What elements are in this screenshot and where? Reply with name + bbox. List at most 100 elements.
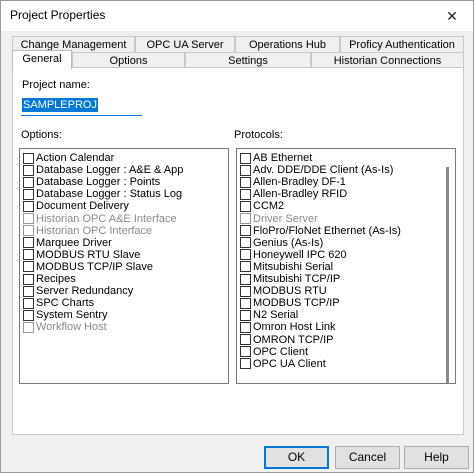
protocol-list-item[interactable]: Allen-Bradley DF-1	[240, 176, 346, 188]
protocol-list-item[interactable]: AB Ethernet	[240, 152, 312, 164]
protocol-list-item[interactable]: Allen-Bradley RFID	[240, 188, 347, 200]
option-list-item[interactable]: Historian OPC A&E Interface	[23, 213, 177, 225]
checkbox[interactable]	[240, 237, 251, 249]
options-listbox[interactable]: Action Calendar Database Logger : A&E & A…	[19, 148, 229, 384]
checkbox[interactable]	[240, 200, 251, 212]
protocol-item-label: Allen-Bradley DF-1	[253, 176, 346, 189]
option-list-item[interactable]: Document Delivery	[23, 200, 129, 212]
option-list-item[interactable]: Workflow Host	[23, 321, 107, 333]
option-list-item[interactable]: Database Logger : Points	[23, 176, 160, 188]
protocol-item-label: OPC UA Client	[253, 357, 326, 370]
checkbox[interactable]	[240, 346, 251, 358]
checkbox[interactable]	[240, 249, 251, 261]
option-list-item[interactable]: MODBUS RTU Slave	[23, 249, 140, 261]
checkbox[interactable]	[23, 285, 34, 297]
option-item-label: Historian OPC Interface	[36, 224, 153, 237]
option-list-item[interactable]: Server Redundancy	[23, 285, 133, 297]
checkbox[interactable]	[23, 273, 34, 285]
checkbox[interactable]	[240, 213, 251, 224]
checkbox[interactable]	[23, 297, 34, 309]
protocol-list-item[interactable]: Driver Server	[240, 213, 318, 225]
checkbox[interactable]	[23, 152, 34, 164]
protocol-list-item[interactable]: FloPro/FloNet Ethernet (As-Is)	[240, 225, 401, 237]
tab-operations-hub[interactable]: Operations Hub	[235, 36, 340, 53]
checkbox[interactable]	[240, 225, 251, 237]
tab-label: Historian Connections	[333, 55, 442, 67]
ok-button[interactable]: OK	[264, 446, 329, 469]
option-list-item[interactable]: Recipes	[23, 273, 76, 285]
option-list-item[interactable]: Database Logger : Status Log	[23, 188, 182, 200]
checkbox[interactable]	[23, 237, 34, 249]
tab-label: Operations Hub	[248, 39, 327, 51]
protocol-list-item[interactable]: MODBUS RTU	[240, 285, 327, 297]
checkbox[interactable]	[240, 188, 251, 200]
checkbox[interactable]	[240, 297, 251, 309]
option-list-item[interactable]: Historian OPC Interface	[23, 225, 152, 237]
protocol-list-item[interactable]: Mitsubishi TCP/IP	[240, 273, 340, 285]
checkbox[interactable]	[23, 309, 34, 321]
tab-label: Options	[109, 55, 148, 67]
option-list-item[interactable]: Marquee Driver	[23, 237, 112, 249]
protocol-list-item[interactable]: Genius (As-Is)	[240, 237, 323, 249]
option-item-label: Historian OPC A&E Interface	[36, 212, 177, 225]
help-button[interactable]: Help	[404, 446, 469, 469]
scrollbar-thumb[interactable]	[446, 167, 449, 383]
title-bar[interactable]: Project Properties ✕	[1, 1, 473, 31]
protocols-scrollbar[interactable]	[440, 149, 455, 383]
checkbox[interactable]	[240, 334, 251, 345]
close-icon[interactable]: ✕	[431, 1, 473, 31]
checkbox[interactable]	[240, 358, 251, 370]
checkbox[interactable]	[23, 249, 34, 261]
checkbox[interactable]	[23, 225, 34, 237]
option-item-label: Marquee Driver	[36, 236, 112, 249]
protocol-list-item[interactable]: OMRON TCP/IP	[240, 334, 333, 346]
protocol-item-label: Adv. DDE/DDE Client (As-Is)	[253, 164, 394, 177]
protocol-item-label: OPC Client	[253, 345, 309, 358]
checkbox[interactable]	[23, 261, 34, 273]
protocol-list-item[interactable]: Mitsubishi Serial	[240, 261, 333, 273]
checkbox[interactable]	[23, 213, 34, 224]
protocol-list-item[interactable]: OPC UA Client	[240, 358, 326, 370]
protocol-item-label: Honeywell IPC 620	[253, 248, 347, 261]
protocol-list-item[interactable]: CCM2	[240, 200, 284, 212]
project-properties-dialog: Project Properties ✕ Change Management O…	[0, 0, 474, 473]
tab-opc-ua-server[interactable]: OPC UA Server	[135, 36, 235, 53]
option-list-item[interactable]: MODBUS TCP/IP Slave	[23, 261, 153, 273]
option-list-item[interactable]: SPC Charts	[23, 297, 94, 309]
option-item-label: Database Logger : Points	[36, 176, 161, 189]
protocol-list-item[interactable]: Honeywell IPC 620	[240, 249, 347, 261]
checkbox[interactable]	[240, 176, 251, 188]
checkbox[interactable]	[240, 309, 251, 321]
protocol-item-label: Allen-Bradley RFID	[253, 188, 348, 201]
protocol-list-item[interactable]: Adv. DDE/DDE Client (As-Is)	[240, 164, 393, 176]
protocol-item-label: N2 Serial	[253, 309, 299, 322]
checkbox[interactable]	[240, 164, 251, 176]
checkbox[interactable]	[240, 152, 251, 164]
protocol-list-item[interactable]: N2 Serial	[240, 309, 298, 321]
checkbox[interactable]	[23, 164, 34, 176]
project-name-input[interactable]: SAMPLEPROJ	[21, 96, 142, 116]
checkbox[interactable]	[23, 188, 34, 200]
option-list-item[interactable]: System Sentry	[23, 309, 108, 321]
protocol-list-item[interactable]: MODBUS TCP/IP	[240, 297, 340, 309]
option-list-item[interactable]: Action Calendar	[23, 152, 114, 164]
checkbox[interactable]	[240, 273, 251, 285]
option-list-item[interactable]: Database Logger : A&E & App	[23, 164, 183, 176]
tab-label: General	[22, 53, 62, 65]
protocol-list-item[interactable]: Omron Host Link	[240, 321, 336, 333]
checkbox[interactable]	[240, 261, 251, 273]
protocols-listbox[interactable]: AB Ethernet Adv. DDE/DDE Client (As-Is) Al…	[236, 148, 456, 384]
project-name-label: Project name:	[22, 79, 90, 91]
tab-general[interactable]: General	[12, 50, 72, 69]
checkbox[interactable]	[23, 200, 34, 212]
protocol-list-item[interactable]: OPC Client	[240, 346, 308, 358]
project-name-value: SAMPLEPROJ	[22, 98, 98, 112]
checkbox[interactable]	[240, 321, 251, 333]
checkbox[interactable]	[23, 321, 34, 333]
checkbox[interactable]	[240, 285, 251, 297]
tab-proficy-authentication[interactable]: Proficy Authentication	[340, 36, 464, 53]
cancel-button[interactable]: Cancel	[335, 446, 400, 469]
protocol-item-label: Mitsubishi Serial	[253, 260, 334, 273]
checkbox[interactable]	[23, 176, 34, 188]
option-item-label: System Sentry	[36, 309, 108, 322]
